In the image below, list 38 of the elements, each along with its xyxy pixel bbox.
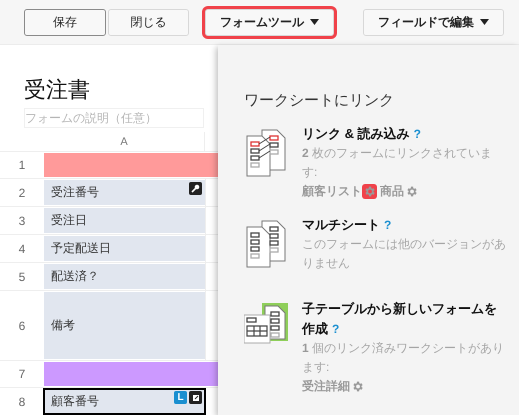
link-badge: L <box>174 391 187 404</box>
form-title: 受注書 <box>24 76 90 104</box>
field-cell[interactable]: 配送済？ <box>44 264 205 289</box>
menu-item-title[interactable]: 子テーブルから新しいフォームを作成 ? <box>302 299 507 339</box>
field-label: 受注番号 <box>51 184 99 201</box>
toolbar-button[interactable]: 保存 <box>24 8 106 36</box>
row-number: 1 <box>18 157 26 174</box>
row-number: 4 <box>18 240 26 258</box>
menu-item-description: 2 枚のフォームにリンクされています: <box>302 145 494 181</box>
column-header: A <box>44 132 205 151</box>
field-cell[interactable]: 備考 <box>44 292 205 359</box>
field-cell[interactable]: 顧客番号 L <box>44 389 205 414</box>
menu-heading: ワークシートにリンク <box>244 91 395 110</box>
expand-icon <box>189 391 202 404</box>
row-number: 5 <box>18 268 26 286</box>
field-cell[interactable]: 受注日 <box>44 208 205 233</box>
menu-item-title[interactable]: リンク & 読み込み ? <box>302 124 507 144</box>
row-number: 2 <box>18 184 26 202</box>
menu-item-description: このフォームには他のバージョンがありません <box>302 236 507 272</box>
documents-icon <box>244 219 288 269</box>
field-cell[interactable]: 予定配送日 <box>44 236 205 261</box>
field-label: 顧客番号 <box>51 393 99 410</box>
field-label: 受注日 <box>51 212 87 229</box>
menu-button[interactable]: フィールドで編集 <box>363 8 504 36</box>
key-icon <box>189 182 202 195</box>
menu-item-description: 1 個のリンク済みワークシートがあります: <box>302 340 506 376</box>
row-number: 6 <box>18 318 26 334</box>
row-number: 3 <box>18 212 26 230</box>
linked-documents-icon <box>244 128 288 178</box>
field-cell[interactable]: 受注番号 <box>44 180 205 205</box>
field-label: 予定配送日 <box>51 240 111 257</box>
toolbar-button[interactable]: 閉じる <box>108 8 189 36</box>
menu-item-title[interactable]: マルチシート ? <box>302 215 507 235</box>
field-label: 配送済？ <box>51 268 99 285</box>
settings-icon[interactable] <box>362 184 377 199</box>
row-number: 8 <box>18 394 26 410</box>
row-number: 7 <box>18 366 26 383</box>
field-label: 備考 <box>51 317 75 334</box>
